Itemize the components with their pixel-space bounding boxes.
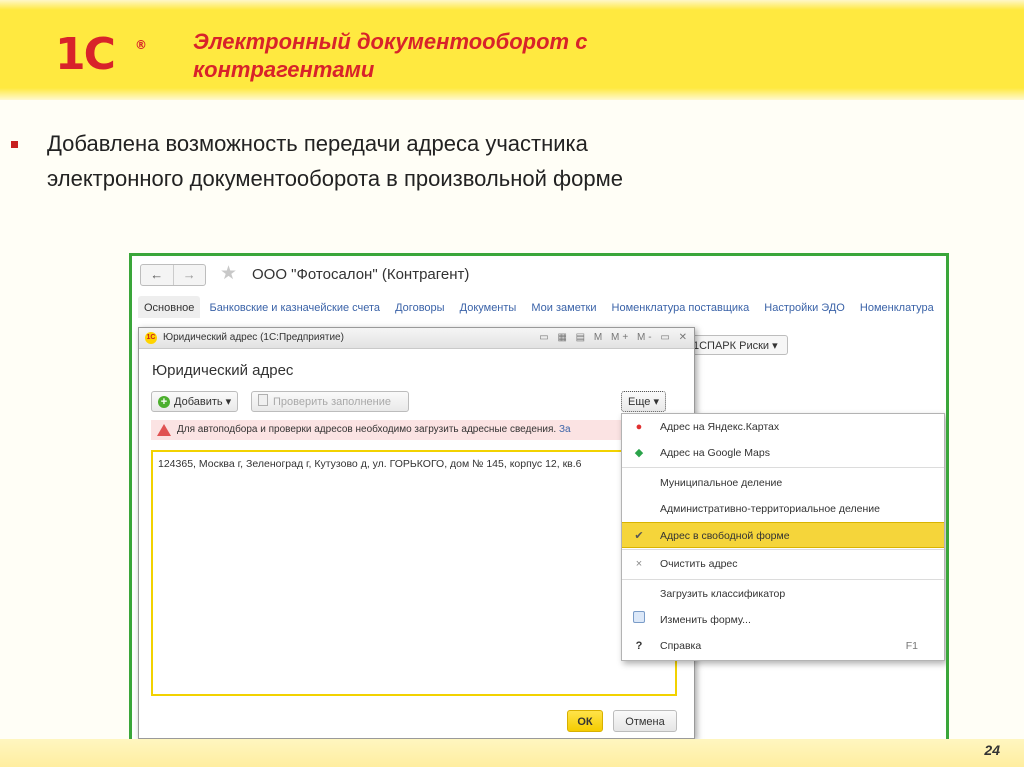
- page-number: 24: [984, 742, 1000, 758]
- star-icon[interactable]: ★: [220, 262, 237, 285]
- window-title: ООО "Фотосалон" (Контрагент): [252, 266, 470, 283]
- tab-supplier-nomenclature[interactable]: Номенклатура поставщика: [606, 296, 756, 314]
- warning-text: Для автоподбора и проверки адресов необх…: [177, 424, 557, 435]
- ispark-risks-button[interactable]: 1СПАРК Риски ▾: [688, 335, 788, 355]
- menu-item-municipal[interactable]: Муниципальное деление: [622, 470, 944, 496]
- ispark-label: 1СПАРК Риски: [693, 340, 770, 352]
- checkmark-icon: ✔: [634, 530, 644, 542]
- menu-item-label: Очистить адрес: [660, 558, 738, 570]
- dialog-title: Юридический адрес (1С:Предприятие): [163, 332, 344, 343]
- menu-item-yandex-map[interactable]: ● Адрес на Яндекс.Картах: [622, 414, 944, 440]
- ok-button[interactable]: ОК: [567, 710, 603, 732]
- check-fill-button[interactable]: Проверить заполнение: [251, 391, 409, 412]
- warning-icon: [157, 424, 171, 436]
- screenshot-frame: ← → ★ ООО "Фотосалон" (Контрагент) Основ…: [129, 253, 949, 743]
- document-icon: [258, 394, 268, 406]
- menu-item-label: Справка: [660, 640, 702, 652]
- back-arrow-icon[interactable]: ←: [141, 265, 173, 285]
- menu-item-administrative[interactable]: Административно-территориальное деление: [622, 496, 944, 522]
- menu-item-label: Загрузить классификатор: [660, 588, 786, 600]
- counterparty-window: ← → ★ ООО "Фотосалон" (Контрагент) Основ…: [132, 256, 946, 740]
- menu-item-label: Муниципальное деление: [660, 477, 783, 489]
- dialog-toolbar-icons[interactable]: ▭ ▦ ▤ M M+ M- ▭ ✕: [539, 328, 690, 348]
- dialog-titlebar: 1С Юридический адрес (1С:Предприятие) ▭ …: [139, 328, 694, 349]
- map-pin-icon: ●: [635, 421, 643, 433]
- forward-arrow-icon[interactable]: →: [172, 265, 206, 285]
- form-icon: [632, 607, 646, 633]
- menu-separator: [622, 549, 944, 550]
- warning-banner: Для автоподбора и проверки адресов необх…: [151, 420, 684, 440]
- check-fill-label: Проверить заполнение: [273, 396, 392, 408]
- menu-item-label: Адрес на Яндекс.Картах: [660, 421, 780, 433]
- logo-registered-mark: ®: [135, 38, 147, 52]
- tab-documents[interactable]: Документы: [454, 296, 523, 314]
- shortcut-key: F1: [905, 640, 918, 652]
- tab-main[interactable]: Основное: [138, 296, 201, 318]
- menu-item-help[interactable]: ? Справка F1: [622, 633, 944, 659]
- menu-item-free-form[interactable]: ✔ Адрес в свободной форме: [622, 522, 944, 548]
- menu-item-label: Адрес в свободной форме: [660, 530, 790, 542]
- tab-bar: Основное Банковские и казначейские счета…: [138, 296, 946, 322]
- more-button[interactable]: Еще ▾: [621, 391, 666, 412]
- address-textarea[interactable]: 124365, Москва г, Зеленоград г, Кутузово…: [151, 450, 677, 696]
- close-icon: ×: [635, 558, 643, 570]
- plus-icon: +: [158, 396, 170, 408]
- menu-separator: [622, 467, 944, 468]
- tab-contracts[interactable]: Договоры: [389, 296, 450, 314]
- 1c-app-icon: 1С: [145, 332, 157, 344]
- nav-buttons: ← →: [140, 264, 206, 286]
- bullet-text: Добавлена возможность передачи адреса уч…: [47, 131, 623, 191]
- menu-item-label: Изменить форму...: [660, 614, 751, 626]
- legal-address-dialog: 1С Юридический адрес (1С:Предприятие) ▭ …: [138, 327, 695, 739]
- more-button-label: Еще: [628, 396, 651, 408]
- google-maps-icon: ◆: [634, 447, 644, 459]
- menu-item-label: Административно-территориальное деление: [660, 503, 881, 515]
- more-dropdown-menu: ● Адрес на Яндекс.Картах ◆ Адрес на Goog…: [621, 413, 945, 661]
- menu-item-load-classifier[interactable]: Загрузить классификатор: [622, 581, 944, 607]
- tab-edo-settings[interactable]: Настройки ЭДО: [758, 296, 851, 314]
- slide-title: Электронный документооборот с контрагент…: [193, 29, 588, 82]
- tab-bank-accounts[interactable]: Банковские и казначейские счета: [203, 296, 386, 314]
- dialog-heading: Юридический адрес: [152, 362, 294, 379]
- help-icon: ?: [635, 640, 643, 652]
- bullet-marker: [11, 141, 18, 148]
- menu-item-google-maps[interactable]: ◆ Адрес на Google Maps: [622, 440, 944, 466]
- bottom-stripe: [0, 739, 1024, 767]
- menu-item-change-form[interactable]: Изменить форму...: [622, 607, 944, 633]
- 1c-logo: 1С ®: [55, 33, 151, 77]
- add-button-label: Добавить: [174, 396, 223, 408]
- add-button[interactable]: + Добавить ▾: [151, 391, 239, 412]
- cancel-button[interactable]: Отмена: [613, 710, 677, 732]
- menu-separator: [622, 579, 944, 580]
- menu-item-clear-address[interactable]: × Очистить адрес: [622, 551, 944, 577]
- logo-text: 1С: [55, 29, 116, 80]
- tab-notes[interactable]: Мои заметки: [525, 296, 602, 314]
- tab-nomenclature[interactable]: Номенклатура: [854, 296, 940, 314]
- menu-item-label: Адрес на Google Maps: [660, 447, 770, 459]
- warning-link[interactable]: За: [559, 424, 571, 435]
